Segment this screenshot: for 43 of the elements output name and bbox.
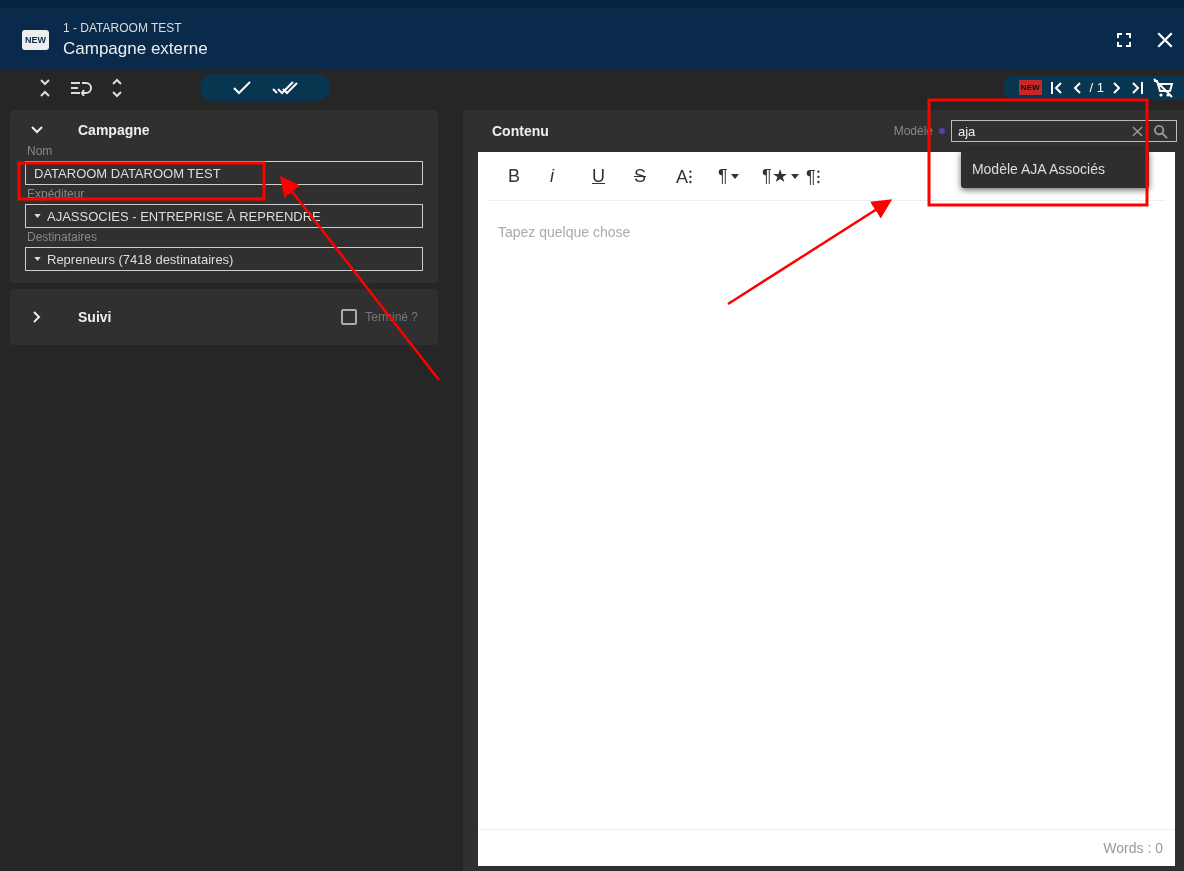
expand-icon[interactable]	[110, 77, 124, 98]
search-field[interactable]: aja	[951, 120, 1177, 142]
new-badge: NEW	[22, 30, 49, 50]
suggestion-item[interactable]: Modèle AJA Associés	[960, 150, 1149, 188]
format-button[interactable]: ¶⁝	[806, 164, 848, 188]
format-button[interactable]: S	[634, 165, 676, 187]
collapse-icon[interactable]	[38, 77, 52, 98]
record-subtitle: 1 - DATAROOM TEST	[63, 21, 183, 35]
double-check-icon[interactable]	[272, 79, 298, 96]
status-dot-icon	[939, 128, 945, 134]
check-icon[interactable]	[232, 79, 252, 96]
caret-icon	[790, 173, 799, 179]
section-title: Contenu	[492, 123, 549, 139]
next-page-icon[interactable]	[1112, 80, 1122, 95]
last-page-icon[interactable]	[1130, 80, 1144, 95]
clear-icon[interactable]	[1132, 125, 1143, 137]
checkbox[interactable]	[341, 309, 358, 325]
caret-icon	[730, 173, 739, 179]
format-button[interactable]: ¶	[718, 165, 762, 187]
format-button[interactable]: B	[508, 165, 550, 187]
section-title: Campagne	[78, 122, 150, 138]
format-button[interactable]: i	[550, 165, 592, 187]
format-button[interactable]: U	[592, 165, 634, 187]
field-label: Nom	[27, 144, 53, 158]
field-label: Destinataires	[27, 230, 98, 244]
page-number: / 1	[1089, 80, 1104, 95]
word-count: Words : 0	[1103, 840, 1163, 856]
format-button[interactable]: ¶★	[762, 165, 806, 187]
fullscreen-icon[interactable]	[1116, 32, 1132, 48]
text-field[interactable]: DATAROOM DATAROOM TEST	[25, 161, 423, 185]
new-badge: NEW	[1018, 80, 1042, 95]
previous-page-icon[interactable]	[1071, 80, 1082, 95]
close-icon[interactable]	[1156, 31, 1174, 49]
caret-icon	[34, 257, 41, 261]
section-title: Suivi	[78, 309, 112, 325]
wrap-icon[interactable]	[70, 79, 92, 96]
window-title: Campagne externe	[63, 39, 209, 59]
first-page-icon[interactable]	[1049, 80, 1064, 95]
format-button[interactable]: A⁝	[676, 164, 718, 188]
select-field[interactable]: Repreneurs (7418 destinataires)	[25, 247, 423, 271]
cart-off-icon[interactable]	[1152, 76, 1174, 99]
caret-icon	[34, 214, 41, 218]
search-icon[interactable]	[1153, 123, 1168, 139]
